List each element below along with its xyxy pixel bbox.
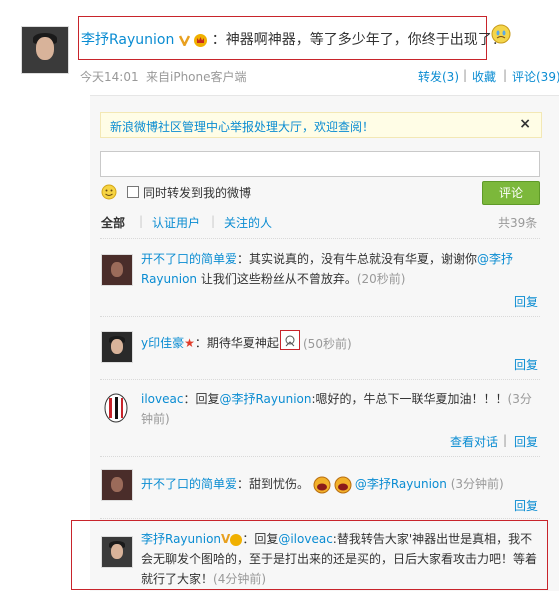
action-separator: | xyxy=(503,68,508,82)
view-conversation-link[interactable]: 查看对话 xyxy=(450,433,498,450)
submit-comment-button[interactable]: 评论 xyxy=(482,181,540,205)
comment-author[interactable]: iloveac xyxy=(141,392,183,406)
forward-button[interactable]: 转发(3) xyxy=(418,68,459,85)
comment-time: (50秒前) xyxy=(303,337,352,351)
star-badge-icon: ★ xyxy=(184,336,195,350)
smiley-icon[interactable] xyxy=(101,184,117,200)
notice-link[interactable]: 新浪微博社区管理中心举报处理大厅，欢迎查阅！ xyxy=(110,118,374,135)
comment-item: iloveac：回复@李抒Rayunion:嗯好的，牛总下一联华夏加油！！！(3… xyxy=(141,389,539,429)
verified-v-icon: V xyxy=(221,532,231,546)
divider xyxy=(100,238,540,239)
post-author-name[interactable]: 李抒Rayunion xyxy=(81,32,174,48)
comment-mention[interactable]: @李抒Rayunion xyxy=(219,392,311,406)
comment-avatar[interactable] xyxy=(101,536,133,568)
comment-text: 让我们这些粉丝从不曾放弃。 xyxy=(197,272,357,286)
crown-badge-icon xyxy=(194,33,208,47)
repost-checkbox[interactable] xyxy=(127,186,139,198)
reply-button[interactable]: 回复 xyxy=(514,433,538,450)
divider xyxy=(100,456,540,457)
tab-separator: | xyxy=(211,214,216,228)
comment-button[interactable]: 评论(39) xyxy=(512,68,559,85)
comment-author[interactable]: 开不了口的简单爱 xyxy=(141,252,237,266)
crying-emoji-icon xyxy=(491,24,511,44)
post-text: ：神器啊神器，等了多少年了，你终于出现了！ xyxy=(211,32,506,48)
comment-avatar[interactable] xyxy=(101,254,133,286)
favorite-button[interactable]: 收藏 xyxy=(472,68,496,85)
comment-author[interactable]: 李抒Rayunion xyxy=(141,532,221,546)
comment-count: 共39条 xyxy=(498,216,538,230)
comment-item: 李抒RayunionV ：回复@iloveac:替我转告大家'神器出世是真相，我不… xyxy=(141,529,539,589)
tab-following[interactable]: 关注的人 xyxy=(224,214,272,231)
post-content: 李抒Rayunion ：神器啊神器，等了多少年了，你终于出现了！ xyxy=(81,29,506,49)
emoticon-icon xyxy=(280,330,300,350)
acmilan-logo-icon[interactable] xyxy=(104,393,128,423)
divider xyxy=(100,316,540,317)
post-source[interactable]: 来自iPhone客户端 xyxy=(146,68,247,85)
notice-close-button[interactable]: × xyxy=(519,116,531,132)
comment-time: (20秒前) xyxy=(356,272,406,286)
comment-text: ：回复 xyxy=(183,392,220,406)
reply-button[interactable]: 回复 xyxy=(514,497,538,514)
comment-author[interactable]: 开不了口的简单爱 xyxy=(141,477,237,491)
comment-input[interactable] xyxy=(100,151,540,177)
comment-text: ：甜到忧伤。 xyxy=(237,477,310,491)
comment-text: :嗯好的，牛总下一联华夏加油！！！ xyxy=(311,392,508,406)
comment-item: 开不了口的简单爱：其实说真的，没有牛总就没有华夏，谢谢你@李抒Rayunion … xyxy=(141,249,539,289)
repost-label: 同时转发到我的微博 xyxy=(143,186,252,200)
tab-verified[interactable]: 认证用户 xyxy=(152,214,200,231)
crown-badge-icon xyxy=(230,533,243,546)
comment-mention[interactable]: @李抒Rayunion xyxy=(355,477,447,491)
laughing-emoji-icon xyxy=(313,476,355,494)
comment-text: ：其实说真的，没有牛总就没有华夏，谢谢你 xyxy=(237,252,478,266)
verified-v-icon xyxy=(178,34,190,48)
comment-text: ：期待华夏神起 xyxy=(194,336,279,350)
comment-time: (3分钟前) xyxy=(450,477,504,491)
divider xyxy=(100,379,540,380)
divider xyxy=(100,518,540,519)
comment-avatar[interactable] xyxy=(101,331,133,363)
post-time[interactable]: 今天14:01 xyxy=(80,68,139,85)
comment-text: ：回复 xyxy=(242,532,279,546)
action-separator: | xyxy=(503,433,508,447)
post-author-avatar[interactable] xyxy=(21,26,69,74)
comment-item: 开不了口的简单爱：甜到忧伤。 @李抒Rayunion (3分钟前) xyxy=(141,474,539,494)
tab-all[interactable]: 全部 xyxy=(101,214,125,231)
comment-author[interactable]: y印佳豪 xyxy=(141,336,184,350)
comment-mention[interactable]: @iloveac xyxy=(278,532,332,546)
comment-avatar[interactable] xyxy=(101,469,133,501)
reply-button[interactable]: 回复 xyxy=(514,356,538,373)
action-separator: | xyxy=(463,68,468,82)
reply-button[interactable]: 回复 xyxy=(514,293,538,310)
notice-bar: 新浪微博社区管理中心举报处理大厅，欢迎查阅！ × xyxy=(100,112,542,138)
comment-time: (4分钟前) xyxy=(213,572,267,586)
tab-separator: | xyxy=(139,214,144,228)
